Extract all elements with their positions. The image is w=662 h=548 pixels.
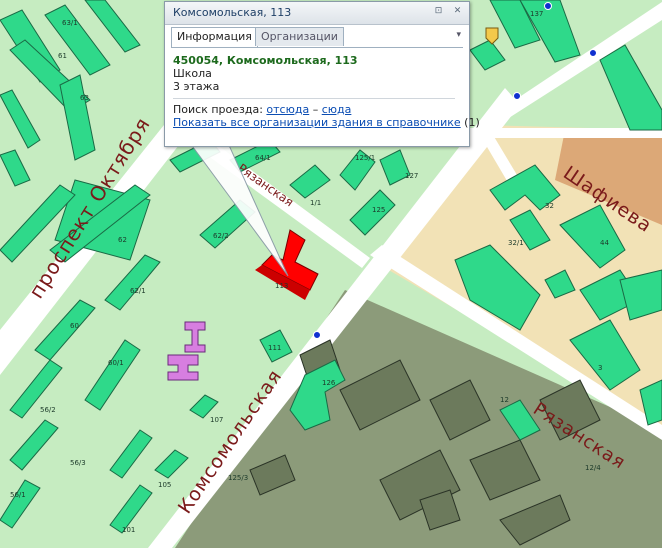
popup-titlebar[interactable]: Комсомольская, 113 ⊡ ✕: [165, 2, 469, 25]
house-number: 56/3: [70, 459, 86, 467]
bus-stop-icon[interactable]: [513, 92, 521, 100]
house-number: 60/1: [108, 359, 124, 367]
tab-information[interactable]: Информация: [171, 27, 258, 47]
school-annex: [167, 321, 206, 381]
house-number: 60: [70, 322, 79, 330]
house-number: 56/1: [10, 491, 26, 499]
house-number: 62/1: [130, 287, 146, 295]
show-all-row: Показать все организации здания в справо…: [173, 116, 480, 129]
chevron-down-icon[interactable]: ▾: [456, 30, 461, 40]
bus-stop-icon[interactable]: [544, 2, 552, 10]
house-number: 12: [500, 396, 509, 404]
organizations-count: (1): [464, 116, 480, 129]
route-search-row: Поиск проезда: отсюда – сюда: [173, 103, 463, 116]
info-popup[interactable]: Комсомольская, 113 ⊡ ✕ Информация Органи…: [164, 1, 480, 147]
house-number: 32/1: [508, 239, 524, 247]
house-number: 101: [122, 526, 135, 534]
route-to-link[interactable]: сюда: [322, 103, 352, 116]
bus-stop-icon[interactable]: [589, 49, 597, 57]
house-number: 105: [158, 481, 171, 489]
house-number: 64/1: [255, 154, 271, 162]
house-number: 107: [210, 416, 223, 424]
house-number: 56/2: [40, 406, 56, 414]
house-number: 63: [80, 94, 89, 102]
house-number: 44: [600, 239, 609, 247]
house-number: 1/1: [310, 199, 321, 207]
divider: [173, 98, 455, 99]
popup-title: Комсомольская, 113: [173, 6, 292, 19]
house-number: 127: [405, 172, 418, 180]
house-number: 125/1: [355, 154, 375, 162]
house-number: 62: [118, 236, 127, 244]
house-number: 113: [275, 282, 288, 290]
route-dash: –: [312, 103, 319, 116]
house-number: 111: [268, 344, 281, 352]
house-number: 125: [372, 206, 385, 214]
house-number: 137: [530, 10, 543, 18]
popup-body: 450054, Комсомольская, 113 Школа 3 этажа…: [173, 54, 480, 129]
floor-count: 3 этажа: [173, 80, 220, 93]
building-type: Школа: [173, 67, 212, 80]
house-number: 126: [322, 379, 336, 387]
bus-stop-icon[interactable]: [313, 331, 321, 339]
show-all-organizations-link[interactable]: Показать все организации здания в справо…: [173, 116, 461, 129]
pin-icon[interactable]: ⊡: [433, 6, 444, 17]
route-search-label: Поиск проезда:: [173, 103, 263, 116]
route-from-link[interactable]: отсюда: [266, 103, 309, 116]
close-icon[interactable]: ✕: [452, 6, 463, 17]
popup-tabs: Информация Организации ▾: [171, 27, 463, 48]
house-number: 12/4: [585, 464, 601, 472]
house-number: 61: [58, 52, 67, 60]
tab-organizations[interactable]: Организации: [255, 27, 344, 46]
house-number: 125/3: [228, 474, 248, 482]
house-number: 62/2: [213, 232, 229, 240]
house-number: 32: [545, 202, 554, 210]
house-number: 63/1: [62, 19, 78, 27]
house-number: 3: [598, 364, 602, 372]
address-text: 450054, Комсомольская, 113: [173, 54, 358, 67]
